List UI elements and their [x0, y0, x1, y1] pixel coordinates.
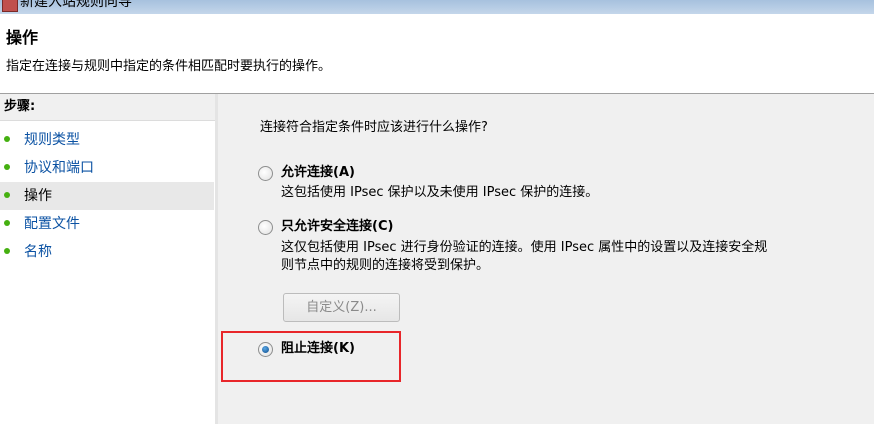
step-rule-type[interactable]: 规则类型 — [0, 126, 214, 154]
steps-header: 步骤: — [0, 94, 216, 121]
title-bar: 新建入站规则向导 — [0, 0, 874, 14]
step-label: 名称 — [24, 244, 52, 260]
action-question: 连接符合指定条件时应该进行什么操作? — [260, 120, 488, 135]
block-connection-radio[interactable] — [258, 342, 273, 357]
allow-secure-radio[interactable] — [258, 220, 273, 235]
step-bullet-icon — [4, 164, 10, 170]
step-bullet-icon — [4, 248, 10, 254]
steps-panel: 步骤: 规则类型 协议和端口 操作 配置文件 名称 — [0, 94, 216, 424]
step-profile[interactable]: 配置文件 — [0, 210, 214, 238]
step-bullet-icon — [4, 136, 10, 142]
step-label: 操作 — [24, 188, 52, 204]
page-description: 指定在连接与规则中指定的条件相匹配时要执行的操作。 — [6, 59, 332, 74]
steps-title: 步骤: — [4, 99, 36, 114]
allow-secure-description-line1: 这仅包括使用 IPsec 进行身份验证的连接。使用 IPsec 属性中的设置以及… — [281, 240, 768, 255]
action-content: 连接符合指定条件时应该进行什么操作? 允许连接(A) 这包括使用 IPsec 保… — [218, 94, 874, 424]
step-label: 配置文件 — [24, 216, 80, 232]
window-title: 新建入站规则向导 — [20, 0, 132, 10]
allow-connection-label[interactable]: 允许连接(A) — [281, 164, 355, 182]
allow-connection-radio[interactable] — [258, 166, 273, 181]
step-bullet-icon — [4, 192, 10, 198]
firewall-icon — [2, 0, 18, 12]
customize-button[interactable]: 自定义(Z)... — [283, 293, 400, 322]
step-label: 规则类型 — [24, 132, 80, 148]
step-protocol-port[interactable]: 协议和端口 — [0, 154, 214, 182]
block-connection-label[interactable]: 阻止连接(K) — [281, 340, 355, 358]
step-action[interactable]: 操作 — [0, 182, 214, 210]
step-name[interactable]: 名称 — [0, 238, 214, 266]
allow-connection-description: 这包括使用 IPsec 保护以及未使用 IPsec 保护的连接。 — [281, 185, 599, 200]
step-label: 协议和端口 — [24, 160, 94, 176]
step-bullet-icon — [4, 220, 10, 226]
page-title: 操作 — [6, 28, 39, 47]
allow-secure-description-line2: 则节点中的规则的连接将受到保护。 — [281, 258, 490, 273]
wizard-header: 操作 指定在连接与规则中指定的条件相匹配时要执行的操作。 — [0, 14, 874, 94]
allow-secure-label[interactable]: 只允许安全连接(C) — [281, 218, 393, 236]
